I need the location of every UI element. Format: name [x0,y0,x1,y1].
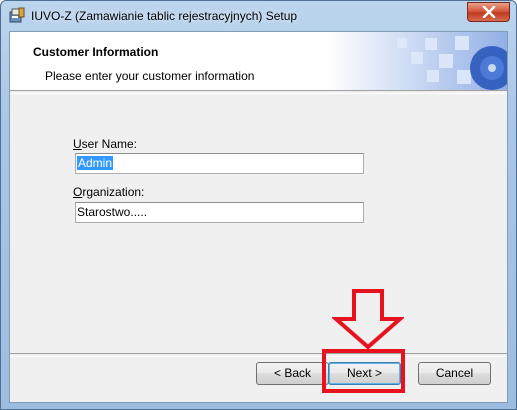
setup-window: IUVO-Z (Zamawianie tablic rejestracyjnyc… [0,0,517,410]
installer-icon [9,7,25,23]
header-banner: Customer Information Please enter your c… [10,32,507,90]
next-button-highlight-frame [322,349,405,393]
organization-input[interactable]: Starostwo..... [75,202,364,223]
dialog-client-area: Customer Information Please enter your c… [9,31,508,403]
cancel-button[interactable]: Cancel [418,362,491,385]
down-arrow-annotation [332,289,404,349]
organization-value: Starostwo..... [77,205,148,219]
organization-label: Organization: [73,185,145,199]
footer-separator [10,353,507,357]
banner-title: Customer Information [33,45,159,59]
banner-separator [10,90,507,94]
user-name-value: Admin [77,156,114,170]
window-title: IUVO-Z (Zamawianie tablic rejestracyjnyc… [31,9,298,23]
banner-graphic [327,32,507,90]
banner-subtitle: Please enter your customer information [45,69,255,83]
back-button[interactable]: < Back [256,362,329,385]
user-name-label: User Name: [73,137,138,151]
close-icon [482,6,496,18]
close-button[interactable] [467,2,510,22]
user-name-input[interactable]: Admin [75,153,364,174]
title-bar[interactable]: IUVO-Z (Zamawianie tablic rejestracyjnyc… [1,1,516,31]
